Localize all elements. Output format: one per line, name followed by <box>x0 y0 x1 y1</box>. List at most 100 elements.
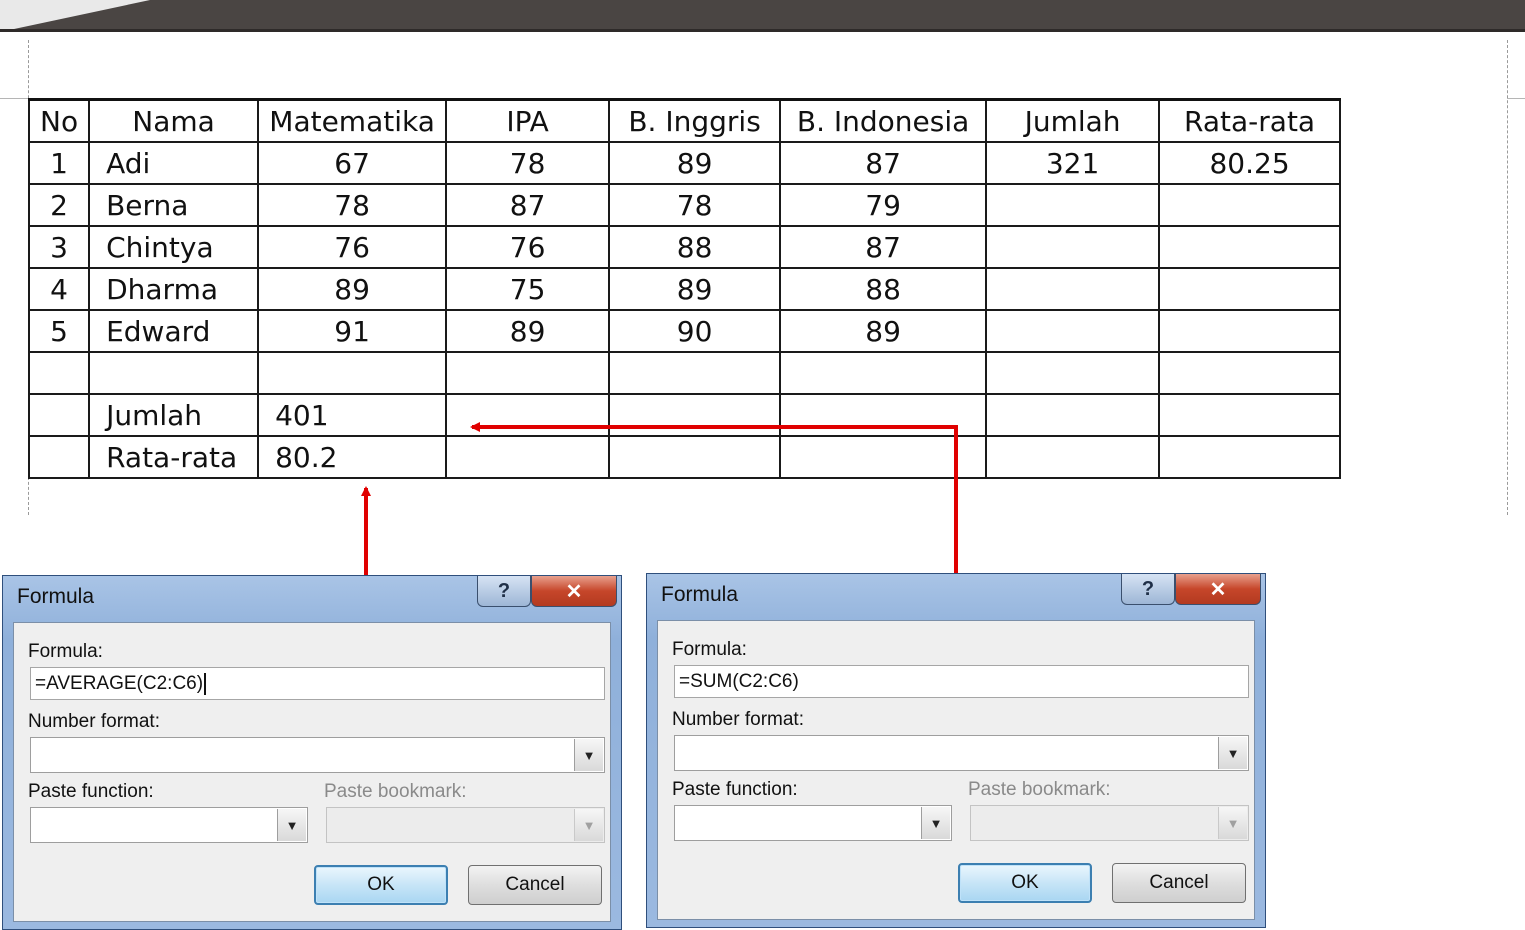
header-b-inggris[interactable]: B. Inggris <box>608 98 782 143</box>
total-label-cell[interactable]: Jumlah <box>88 393 260 437</box>
formula-input[interactable]: =SUM(C2:C6) <box>674 665 1249 698</box>
table-cell[interactable]: Berna <box>88 183 260 227</box>
table-cell[interactable] <box>985 435 1161 479</box>
header-b-indonesia[interactable]: B. Indonesia <box>779 98 988 143</box>
table-cell[interactable]: 89 <box>608 141 782 185</box>
table-cell[interactable]: Chintya <box>88 225 260 269</box>
chevron-down-icon[interactable]: ▼ <box>277 809 306 841</box>
table-cell[interactable]: 88 <box>779 267 988 311</box>
paste-function-select[interactable]: ▼ <box>30 807 308 843</box>
table-cell[interactable]: 89 <box>257 267 448 311</box>
header-no[interactable]: No <box>27 98 91 143</box>
table-cell[interactable] <box>985 393 1161 437</box>
table-row-total: Jumlah 401 <box>27 393 1342 437</box>
table-row <box>27 351 1342 395</box>
number-format-select[interactable]: ▼ <box>30 737 605 773</box>
table-cell[interactable] <box>985 267 1161 311</box>
table-cell[interactable]: 76 <box>445 225 611 269</box>
cancel-button[interactable]: Cancel <box>468 865 602 905</box>
table-cell[interactable]: 91 <box>257 309 448 353</box>
table-cell[interactable]: 87 <box>445 183 611 227</box>
close-button[interactable]: ✕ <box>531 576 617 607</box>
table-cell[interactable] <box>1158 351 1342 395</box>
table-cell[interactable] <box>779 393 988 437</box>
table-cell[interactable] <box>985 183 1161 227</box>
table-cell[interactable] <box>1158 309 1342 353</box>
paste-function-label: Paste function: <box>672 779 798 800</box>
table-cell[interactable]: 78 <box>608 183 782 227</box>
table-cell[interactable]: Adi <box>88 141 260 185</box>
table-cell[interactable] <box>27 393 91 437</box>
help-button[interactable]: ? <box>477 576 531 607</box>
average-label-cell[interactable]: Rata-rata <box>88 435 260 479</box>
average-value-cell[interactable]: 80.2 <box>257 435 448 479</box>
table-cell[interactable] <box>257 351 448 395</box>
table-row: 4 Dharma 89 75 89 88 <box>27 267 1342 311</box>
table-cell[interactable]: 87 <box>779 141 988 185</box>
table-cell[interactable]: Edward <box>88 309 260 353</box>
table-cell[interactable] <box>445 351 611 395</box>
ok-button[interactable]: OK <box>958 863 1092 903</box>
header-ipa[interactable]: IPA <box>445 98 611 143</box>
table-cell[interactable]: Dharma <box>88 267 260 311</box>
table-cell[interactable]: 88 <box>608 225 782 269</box>
paste-function-select[interactable]: ▼ <box>674 805 952 841</box>
table-cell[interactable]: 89 <box>779 309 988 353</box>
chevron-down-icon[interactable]: ▼ <box>921 807 950 839</box>
table-cell[interactable] <box>779 435 988 479</box>
table-cell[interactable]: 78 <box>257 183 448 227</box>
number-format-select[interactable]: ▼ <box>674 735 1249 771</box>
close-button[interactable]: ✕ <box>1175 574 1261 605</box>
table-cell[interactable] <box>88 351 260 395</box>
table-cell[interactable]: 89 <box>445 309 611 353</box>
table-cell[interactable] <box>985 351 1161 395</box>
table-cell[interactable]: 5 <box>27 309 91 353</box>
close-icon: ✕ <box>1209 578 1227 601</box>
table-cell[interactable] <box>608 435 782 479</box>
paste-bookmark-select: ▼ <box>970 805 1249 841</box>
table-cell[interactable]: 76 <box>257 225 448 269</box>
table-cell[interactable]: 90 <box>608 309 782 353</box>
table-cell[interactable] <box>985 225 1161 269</box>
table-cell[interactable] <box>1158 225 1342 269</box>
chevron-down-icon[interactable]: ▼ <box>574 739 603 771</box>
table-cell[interactable]: 3 <box>27 225 91 269</box>
cancel-button[interactable]: Cancel <box>1112 863 1246 903</box>
table-cell[interactable] <box>985 309 1161 353</box>
table-cell[interactable] <box>779 351 988 395</box>
header-nama[interactable]: Nama <box>88 98 260 143</box>
total-value-cell[interactable]: 401 <box>257 393 448 437</box>
table-cell[interactable]: 321 <box>985 141 1161 185</box>
table-row: 1 Adi 67 78 89 87 321 80.25 <box>27 141 1342 185</box>
table-cell[interactable]: 80.25 <box>1158 141 1342 185</box>
help-button[interactable]: ? <box>1121 574 1175 605</box>
table-cell[interactable]: 79 <box>779 183 988 227</box>
table-cell[interactable] <box>608 351 782 395</box>
table-cell[interactable] <box>608 393 782 437</box>
header-matematika[interactable]: Matematika <box>257 98 448 143</box>
table-cell[interactable]: 4 <box>27 267 91 311</box>
header-jumlah[interactable]: Jumlah <box>985 98 1161 143</box>
table-cell[interactable]: 1 <box>27 141 91 185</box>
formula-input[interactable]: =AVERAGE(C2:C6) <box>30 667 605 700</box>
header-rata-rata[interactable]: Rata-rata <box>1158 98 1342 143</box>
table-cell[interactable]: 89 <box>608 267 782 311</box>
table-cell[interactable] <box>1158 267 1342 311</box>
table-cell[interactable] <box>27 351 91 395</box>
table-cell[interactable] <box>1158 183 1342 227</box>
table-cell[interactable] <box>445 393 611 437</box>
chevron-down-icon[interactable]: ▼ <box>1218 737 1247 769</box>
table-cell[interactable] <box>1158 435 1342 479</box>
chevron-down-icon: ▼ <box>1218 807 1247 839</box>
table-cell[interactable]: 87 <box>779 225 988 269</box>
close-icon: ✕ <box>565 580 583 603</box>
table-cell[interactable] <box>445 435 611 479</box>
table-cell[interactable]: 78 <box>445 141 611 185</box>
table-cell[interactable] <box>1158 393 1342 437</box>
table-cell[interactable]: 67 <box>257 141 448 185</box>
table-cell[interactable]: 75 <box>445 267 611 311</box>
table-cell[interactable] <box>27 435 91 479</box>
table-cell[interactable]: 2 <box>27 183 91 227</box>
dialog-title: Formula <box>17 585 95 608</box>
ok-button[interactable]: OK <box>314 865 448 905</box>
